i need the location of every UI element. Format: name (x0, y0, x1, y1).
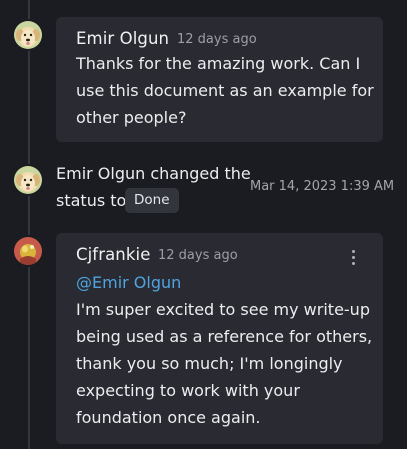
status-change-text-2: status to (56, 191, 127, 210)
comment-card: Emir Olgun 12 days ago Thanks for the am… (56, 17, 383, 142)
comment-card: Cjfrankie 12 days ago @Emir Olgun I'm su… (56, 233, 383, 444)
status-change-text: Emir Olgun changed the (56, 164, 251, 183)
avatar-emir-olgun[interactable] (14, 21, 42, 49)
comment-body: Thanks for the amazing work. Can I use t… (76, 54, 374, 127)
status-change-timestamp: Mar 14, 2023 1:39 AM (250, 179, 395, 194)
comment-body: I'm super excited to see my write-up bei… (76, 300, 373, 427)
comment-time: 12 days ago (177, 32, 257, 47)
mention-link[interactable]: @Emir Olgun (76, 273, 181, 292)
comment-time: 12 days ago (158, 248, 238, 263)
more-vertical-icon (351, 249, 355, 253)
more-options-button[interactable] (345, 247, 361, 267)
comment-author[interactable]: Emir Olgun (76, 29, 169, 48)
status-badge: Done (125, 188, 179, 213)
avatar-emir-olgun[interactable] (14, 166, 42, 194)
avatar-cjfrankie[interactable] (14, 237, 42, 265)
timeline-line (28, 0, 30, 449)
comment-author[interactable]: Cjfrankie (76, 245, 150, 264)
